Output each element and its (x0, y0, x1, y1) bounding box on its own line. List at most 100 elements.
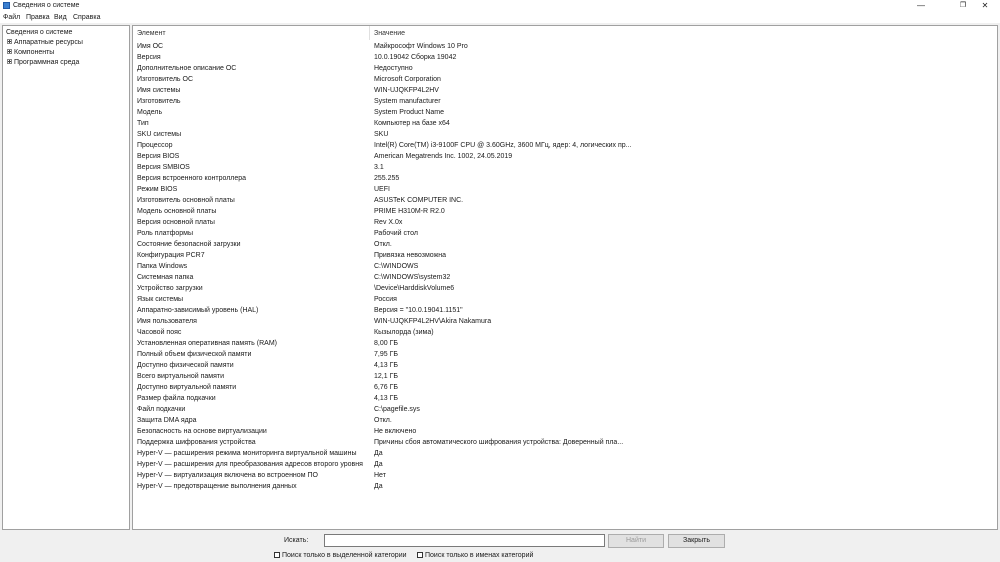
table-row[interactable]: Дополнительное описание ОС Недоступно (133, 63, 997, 74)
row-item-name: Модель основной платы (137, 208, 217, 215)
close-window-button[interactable]: ✕ (970, 0, 1000, 12)
table-row[interactable]: Hyper-V — предотвращение выполнения данн… (133, 481, 997, 492)
row-item-value: 8,00 ГБ (374, 340, 398, 347)
column-header-item[interactable]: Элемент (137, 29, 166, 38)
search-selected-category-checkbox[interactable] (274, 552, 280, 558)
table-row[interactable]: Часовой пояс Кызылорда (зима) (133, 327, 997, 338)
row-item-value: 3.1 (374, 164, 384, 171)
row-item-value: Не включено (374, 428, 417, 435)
tree-item-components[interactable]: Компоненты (7, 48, 54, 57)
table-row[interactable]: Безопасность на основе виртуализации Не в… (133, 426, 997, 437)
row-item-name: Полный объем физической памяти (137, 351, 252, 358)
minimize-button[interactable]: — (906, 0, 936, 12)
table-row[interactable]: Размер файла подкачки 4,13 ГБ (133, 393, 997, 404)
tree-root-system-summary[interactable]: Сведения о системе (6, 28, 72, 37)
row-item-name: Hyper-V — виртуализация включена во встр… (137, 472, 318, 479)
table-row[interactable]: Модель System Product Name (133, 107, 997, 118)
table-row[interactable]: Модель основной платы PRIME H310M-R R2.0 (133, 206, 997, 217)
row-item-value: System Product Name (374, 109, 445, 116)
table-row[interactable]: Имя системы WIN-UJQKFP4L2HV (133, 85, 997, 96)
row-item-name: SKU системы (137, 131, 182, 138)
row-item-name: Дополнительное описание ОС (137, 65, 237, 72)
table-row[interactable]: Имя ОС Майкрософт Windows 10 Pro (133, 41, 997, 52)
table-row[interactable]: Процессор Intel(R) Core(TM) i3-9100F CPU … (133, 140, 997, 151)
row-item-name: Конфигурация PCR7 (137, 252, 205, 259)
row-item-value: Майкрософт Windows 10 Pro (374, 43, 468, 50)
row-item-name: Hyper-V — расширения для преобразования … (137, 461, 363, 468)
details-list: Элемент Значение Имя ОС Майкрософт Window… (132, 25, 998, 530)
tree-item-software-environment[interactable]: Программная среда (7, 58, 79, 67)
table-row[interactable]: Состояние безопасной загрузки Откл. (133, 239, 997, 250)
row-item-value: 6,76 ГБ (374, 384, 398, 391)
menu-help[interactable]: Справка (73, 13, 100, 22)
expand-icon[interactable] (7, 59, 12, 64)
table-row[interactable]: Версия BIOS American Megatrends Inc. 1002… (133, 151, 997, 162)
table-row[interactable]: Язык системы Россия (133, 294, 997, 305)
row-item-name: Версия BIOS (137, 153, 180, 160)
table-row[interactable]: Папка Windows C:\WINDOWS (133, 261, 997, 272)
row-item-value: Microsoft Corporation (374, 76, 441, 83)
table-row[interactable]: Защита DMA ядра Откл. (133, 415, 997, 426)
row-item-value: American Megatrends Inc. 1002, 24.05.201… (374, 153, 513, 160)
row-item-value: Рабочий стол (374, 230, 418, 237)
title-bar: Сведения о системе — ❐ ✕ (0, 0, 1000, 12)
menu-edit[interactable]: Правка (26, 13, 50, 22)
expand-icon[interactable] (7, 39, 12, 44)
table-row[interactable]: Устройство загрузки \Device\HarddiskVolum… (133, 283, 997, 294)
menu-view[interactable]: Вид (54, 13, 67, 22)
table-row[interactable]: Установленная оперативная память (RAM) 8,… (133, 338, 997, 349)
tree-item-label: Аппаратные ресурсы (14, 39, 83, 46)
search-category-names-checkbox[interactable] (417, 552, 423, 558)
expand-icon[interactable] (7, 49, 12, 54)
table-row[interactable]: Версия 10.0.19042 Сборка 19042 (133, 52, 997, 63)
table-row[interactable]: Файл подкачки C:\pagefile.sys (133, 404, 997, 415)
row-item-name: Hyper-V — расширения режима мониторинга … (137, 450, 357, 457)
row-item-name: Версия SMBIOS (137, 164, 190, 171)
column-divider[interactable] (369, 26, 370, 40)
table-row[interactable]: Доступно физической памяти 4,13 ГБ (133, 360, 997, 371)
row-item-name: Язык системы (137, 296, 184, 303)
search-label: Искать: (284, 537, 309, 544)
table-row[interactable]: Всего виртуальной памяти 12,1 ГБ (133, 371, 997, 382)
row-item-value: 4,13 ГБ (374, 362, 398, 369)
table-row[interactable]: Аппаратно-зависимый уровень (HAL) Версия … (133, 305, 997, 316)
row-item-name: Имя ОС (137, 43, 164, 50)
table-row[interactable]: Изготовитель основной платы ASUSTeK COMPU… (133, 195, 997, 206)
table-row[interactable]: Системная папка C:\WINDOWS\system32 (133, 272, 997, 283)
row-item-value: C:\pagefile.sys (374, 406, 420, 413)
table-row[interactable]: Изготовитель ОС Microsoft Corporation (133, 74, 997, 85)
table-row[interactable]: Версия основной платы Rev X.0x (133, 217, 997, 228)
row-item-name: Изготовитель основной платы (137, 197, 235, 204)
column-header-value[interactable]: Значение (374, 29, 405, 38)
row-item-value: 255.255 (374, 175, 400, 182)
search-input[interactable] (324, 534, 605, 547)
table-row[interactable]: Версия SMBIOS 3.1 (133, 162, 997, 173)
find-button[interactable]: Найти (608, 534, 664, 548)
row-item-name: Процессор (137, 142, 173, 149)
table-row[interactable]: Доступно виртуальной памяти 6,76 ГБ (133, 382, 997, 393)
table-row[interactable]: Hyper-V — виртуализация включена во встр… (133, 470, 997, 481)
table-row[interactable]: Полный объем физической памяти 7,95 ГБ (133, 349, 997, 360)
row-item-value: \Device\HarddiskVolume6 (374, 285, 455, 292)
table-row[interactable]: Имя пользователя WIN-UJQKFP4L2HV\Akira Na… (133, 316, 997, 327)
table-row[interactable]: Режим BIOS UEFI (133, 184, 997, 195)
table-row[interactable]: Версия встроенного контроллера 255.255 (133, 173, 997, 184)
table-row[interactable]: Конфигурация PCR7 Привязка невозможна (133, 250, 997, 261)
table-row[interactable]: Hyper-V — расширения режима мониторинга … (133, 448, 997, 459)
row-item-value: Причины сбоя автоматического шифрования … (374, 439, 624, 446)
search-category-names-option[interactable]: Поиск только в именах категорий (417, 551, 533, 560)
search-selected-category-option[interactable]: Поиск только в выделенной категории (274, 551, 407, 560)
tree-item-hardware-resources[interactable]: Аппаратные ресурсы (7, 38, 83, 47)
table-row[interactable]: Hyper-V — расширения для преобразования … (133, 459, 997, 470)
row-item-value: WIN-UJQKFP4L2HV (374, 87, 439, 94)
table-row[interactable]: Изготовитель System manufacturer (133, 96, 997, 107)
table-row[interactable]: Тип Компьютер на базе x64 (133, 118, 997, 129)
table-row[interactable]: Поддержка шифрования устройства Причины с… (133, 437, 997, 448)
row-item-name: Защита DMA ядра (137, 417, 197, 424)
row-item-value: Да (374, 450, 383, 457)
close-button[interactable]: Закрыть (668, 534, 725, 548)
menu-file[interactable]: Файл (3, 13, 20, 22)
table-row[interactable]: Роль платформы Рабочий стол (133, 228, 997, 239)
table-row[interactable]: SKU системы SKU (133, 129, 997, 140)
tree-item-label: Компоненты (14, 49, 55, 56)
